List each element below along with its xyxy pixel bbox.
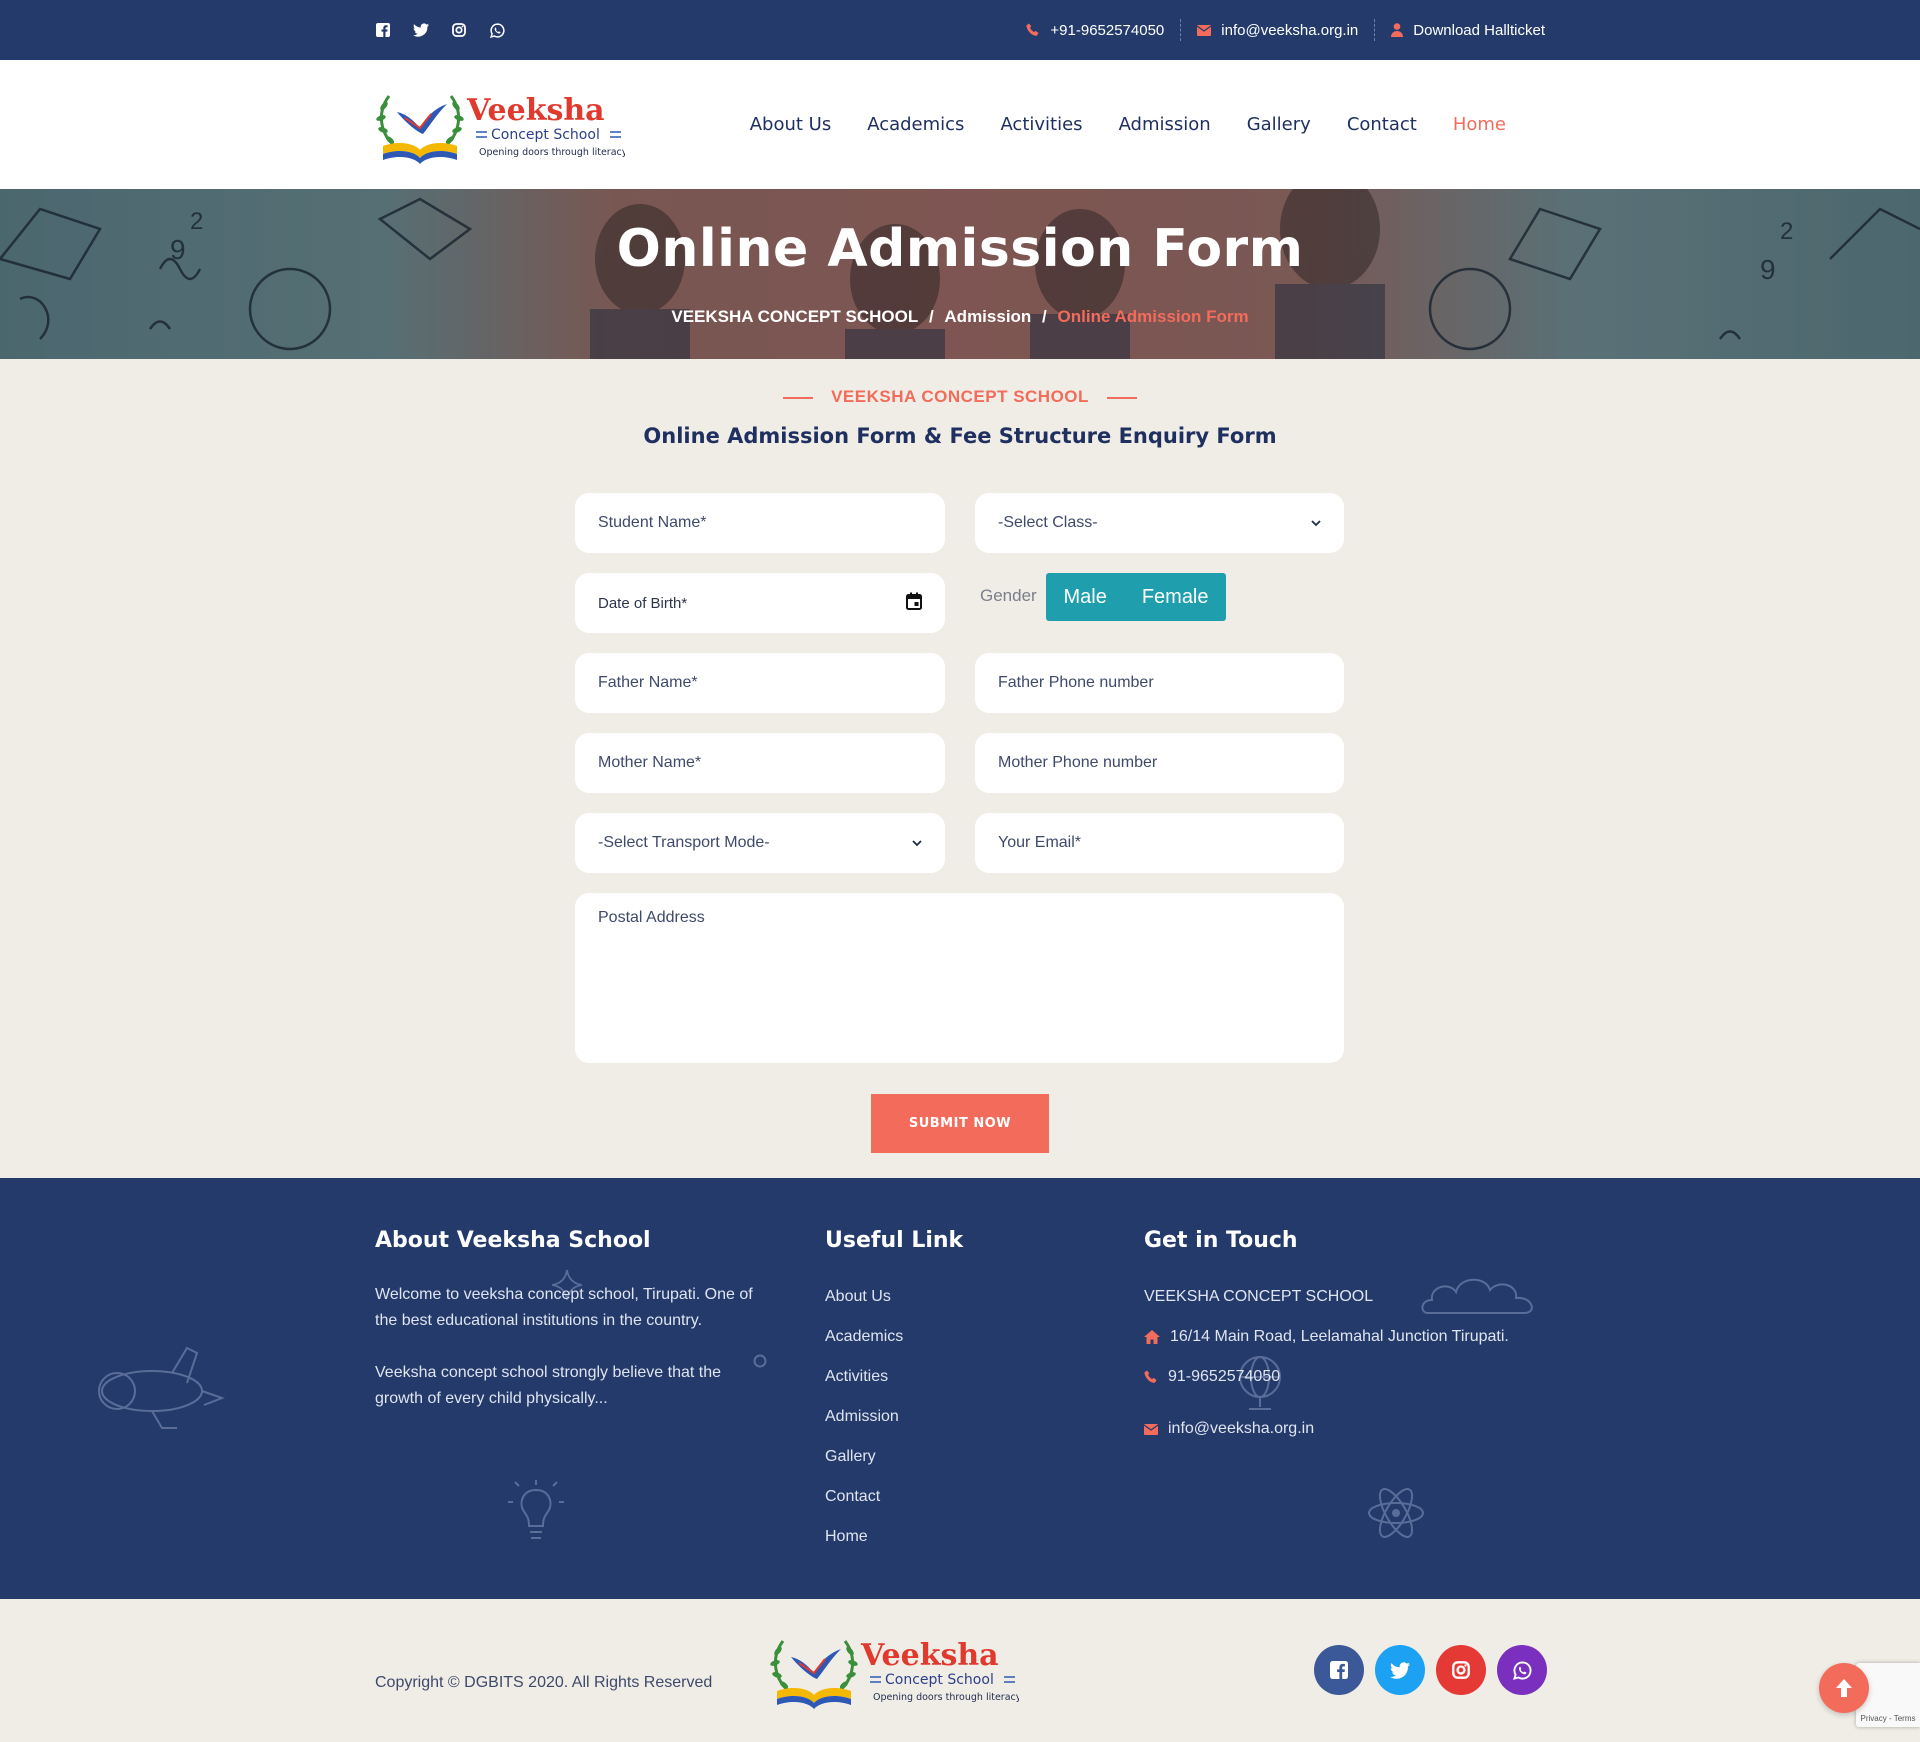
top-email[interactable]: info@veeksha.org.in [1181,22,1374,39]
svg-text:Veeksha: Veeksha [860,1638,999,1673]
logo-tagline: Opening doors through literacy [479,147,625,158]
top-phone[interactable]: +91-9652574050 [1010,22,1180,39]
date-of-birth-input[interactable]: Date of Birth* [575,573,945,633]
nav-about-us[interactable]: About Us [750,114,832,135]
bottom-bar: Copyright © DGBITS 2020. All Rights Rese… [0,1599,1920,1742]
footer-links-title: Useful Link [825,1228,964,1253]
footer-school-name: VEEKSHA CONCEPT SCHOOL [1144,1288,1374,1305]
footer-social-links [1314,1645,1547,1695]
svg-text:Concept School: Concept School [885,1672,994,1688]
email-input[interactable]: Your Email* [975,813,1344,873]
footer-link-gallery[interactable]: Gallery [825,1448,876,1466]
facebook-icon[interactable] [1314,1645,1364,1695]
footer-link-academics[interactable]: Academics [825,1328,903,1346]
airplane-icon [98,1346,225,1429]
page-banner: 9 2 9 2 Online Admission Form VEEKSHA CO… [0,189,1920,359]
scroll-to-top-button[interactable] [1819,1663,1869,1713]
footer-logo[interactable]: Veeksha Concept School Opening doors thr… [769,1629,1019,1711]
gender-label: Gender [980,586,1037,605]
breadcrumb-home[interactable]: VEEKSHA CONCEPT SCHOOL [671,307,918,326]
lightbulb-icon [508,1480,564,1539]
facebook-icon[interactable] [375,22,391,38]
arrow-up-icon [1836,1679,1852,1697]
footer-address: 16/14 Main Road, Leelamahal Junction Tir… [1144,1328,1509,1346]
submit-button[interactable]: SUBMIT NOW [871,1094,1049,1153]
calendar-icon[interactable] [906,592,922,615]
user-icon [1391,23,1404,37]
twitter-icon[interactable] [413,22,429,38]
page-title: Online Admission Form [616,219,1304,279]
footer-link-activities[interactable]: Activities [825,1368,888,1386]
top-social-links [375,22,505,38]
transport-mode-dropdown[interactable]: -Select Transport Mode- [575,813,945,873]
mother-name-input[interactable]: Mother Name* [575,733,945,793]
phone-icon [1026,23,1040,37]
nav-admission[interactable]: Admission [1119,114,1211,135]
gender-toggle: Male Female [1046,573,1226,621]
student-name-input[interactable]: Student Name* [575,493,945,553]
nav-academics[interactable]: Academics [867,114,964,135]
atom-icon [1368,1488,1424,1538]
whatsapp-icon[interactable] [1497,1645,1547,1695]
nav-activities[interactable]: Activities [1000,114,1082,135]
top-phone-text: +91-9652574050 [1050,21,1165,39]
phone-icon [1144,1370,1158,1384]
top-bar: +91-9652574050 info@veeksha.org.in Downl… [0,0,1920,60]
nav-home[interactable]: Home [1453,114,1506,135]
breadcrumb: VEEKSHA CONCEPT SCHOOL / Admission / Onl… [671,307,1249,326]
site-header: Veeksha Concept School Opening doors thr… [0,60,1920,189]
logo-name: Veeksha [466,93,605,128]
download-hallticket-link[interactable]: Download Hallticket [1375,22,1545,39]
nav-contact[interactable]: Contact [1347,114,1417,135]
site-footer: About Veeksha School Welcome to veeksha … [0,1178,1920,1599]
breadcrumb-current: Online Admission Form [1057,307,1249,326]
main-nav: About Us Academics Activities Admission … [750,60,1506,189]
breadcrumb-admission[interactable]: Admission [944,307,1031,326]
postal-address-textarea[interactable]: Postal Address [575,893,1344,1063]
gender-female-option[interactable]: Female [1142,586,1209,609]
footer-phone[interactable]: 91-9652574050 [1144,1368,1280,1386]
footer-about-text-1: Welcome to veeksha concept school, Tirup… [375,1286,753,1329]
select-class-dropdown[interactable]: -Select Class- [975,493,1344,553]
veeksha-logo[interactable]: Veeksha Concept School Opening doors thr… [375,84,625,166]
instagram-icon[interactable] [1436,1645,1486,1695]
top-contact: +91-9652574050 info@veeksha.org.in Downl… [1010,19,1545,41]
footer-link-home[interactable]: Home [825,1528,868,1546]
footer-about-text-2: Veeksha concept school strongly believe … [375,1364,721,1407]
father-name-input[interactable]: Father Name* [575,653,945,713]
father-phone-input[interactable]: Father Phone number [975,653,1344,713]
home-icon [1144,1330,1160,1344]
svg-text:Opening doors through literacy: Opening doors through literacy [873,1692,1019,1703]
twitter-icon[interactable] [1375,1645,1425,1695]
top-email-text: info@veeksha.org.in [1221,21,1359,39]
footer-touch-title: Get in Touch [1144,1228,1298,1253]
envelope-icon [1197,24,1212,36]
footer-about-title: About Veeksha School [375,1228,651,1253]
instagram-icon[interactable] [451,22,467,38]
footer-email[interactable]: info@veeksha.org.in [1144,1420,1314,1438]
cloud-icon [1421,1278,1533,1314]
footer-link-contact[interactable]: Contact [825,1488,880,1506]
circle-icon [753,1354,767,1368]
logo-sub: Concept School [491,127,600,143]
gender-male-option[interactable]: Male [1063,586,1106,609]
footer-link-admission[interactable]: Admission [825,1408,899,1426]
download-hallticket-text: Download Hallticket [1413,21,1545,39]
mother-phone-input[interactable]: Mother Phone number [975,733,1344,793]
copyright-text: Copyright © DGBITS 2020. All Rights Rese… [375,1674,713,1691]
envelope-icon [1144,1423,1158,1435]
whatsapp-icon[interactable] [489,22,505,38]
footer-link-about-us[interactable]: About Us [825,1288,891,1306]
section-tag: VEEKSHA CONCEPT SCHOOL [0,387,1920,407]
nav-gallery[interactable]: Gallery [1247,114,1311,135]
chevron-down-icon [1311,516,1321,530]
chevron-down-icon [912,836,922,850]
form-title: Online Admission Form & Fee Structure En… [643,424,1277,448]
